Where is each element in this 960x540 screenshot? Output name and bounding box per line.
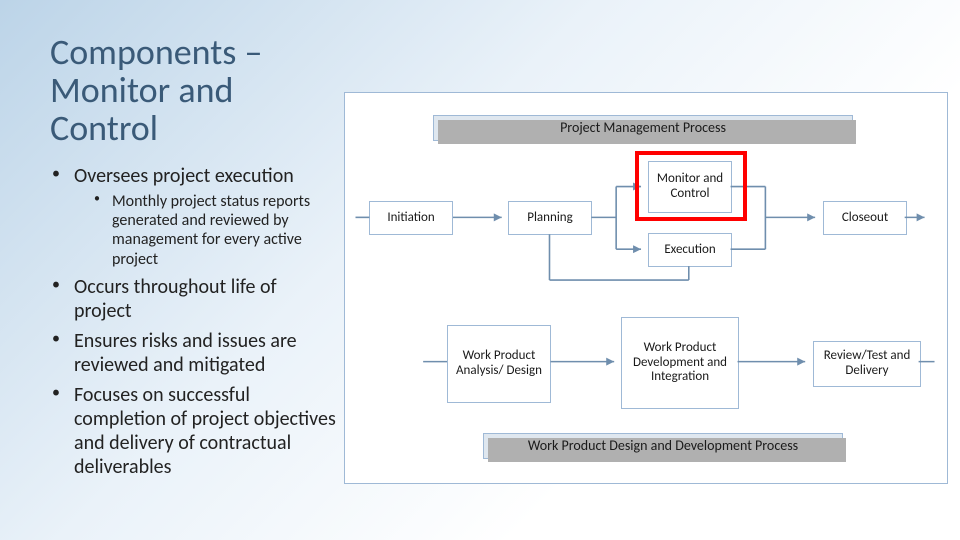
box-wp-analysis: Work Product Analysis/ Design bbox=[447, 325, 551, 403]
box-execution: Execution bbox=[648, 233, 732, 267]
box-planning: Planning bbox=[508, 201, 592, 235]
sub-bullet-item: Monthly project status reports generated… bbox=[94, 192, 338, 269]
bullet-item: Focuses on successful completion of proj… bbox=[48, 383, 338, 479]
header-pm-process: Project Management Process bbox=[433, 115, 853, 141]
box-wp-dev: Work Product Development and Integration bbox=[621, 317, 739, 409]
bullet-item: Occurs throughout life of project bbox=[48, 275, 338, 323]
box-initiation: Initiation bbox=[369, 201, 453, 235]
sub-bullet-list: Monthly project status reports generated… bbox=[74, 192, 338, 269]
process-diagram: Project Management Process Initiation Pl… bbox=[344, 92, 948, 484]
diagram-arrows bbox=[345, 93, 947, 483]
slide-title: Components – Monitor and Control bbox=[50, 34, 320, 147]
header-wp-process: Work Product Design and Development Proc… bbox=[483, 433, 843, 459]
box-monitor-control: Monitor and Control bbox=[648, 161, 732, 213]
bullet-item: Ensures risks and issues are reviewed an… bbox=[48, 329, 338, 377]
bullet-list: Oversees project execution Monthly proje… bbox=[48, 164, 338, 485]
box-wp-review: Review/Test and Delivery bbox=[813, 341, 921, 387]
bullet-text: Oversees project execution bbox=[74, 164, 294, 188]
box-closeout: Closeout bbox=[823, 201, 907, 235]
bullet-item: Oversees project execution Monthly proje… bbox=[48, 164, 338, 269]
